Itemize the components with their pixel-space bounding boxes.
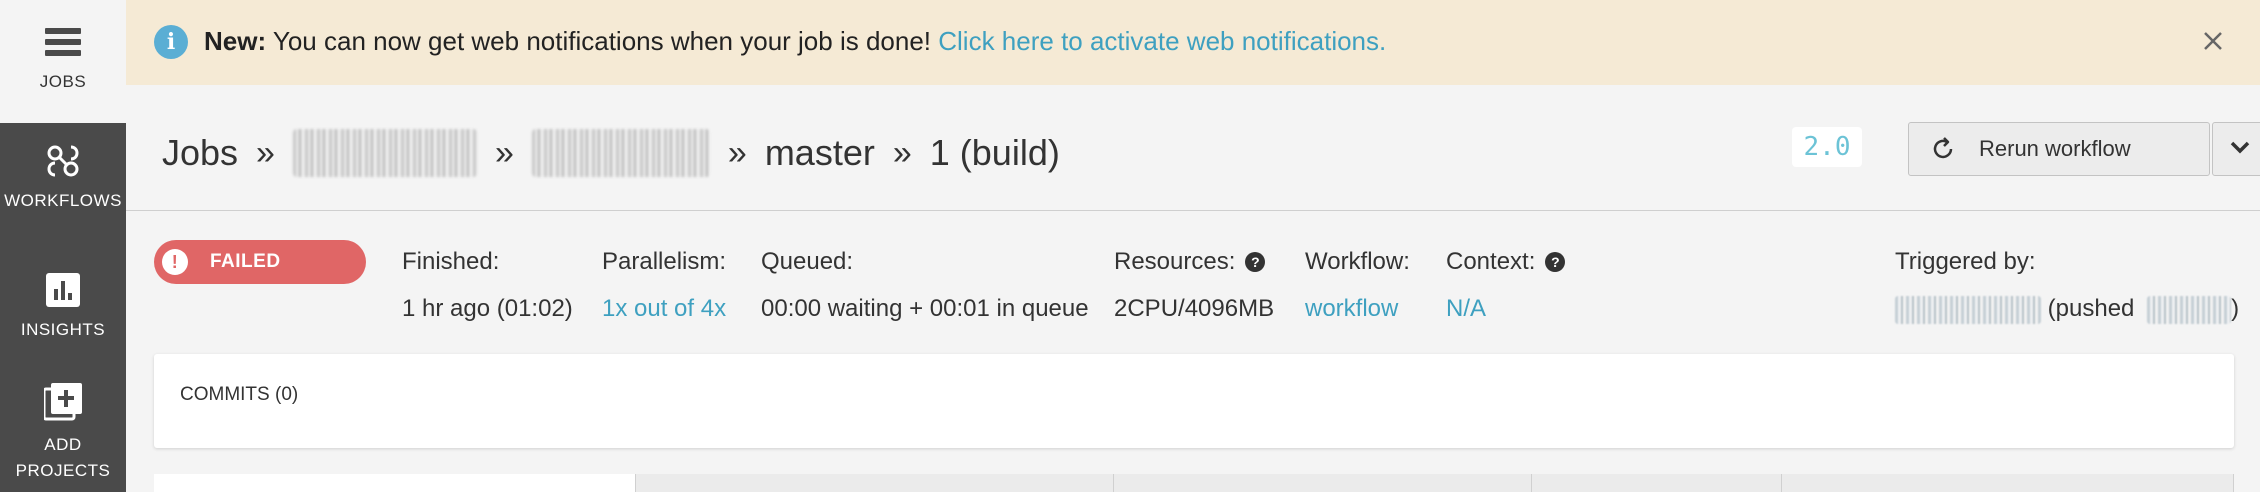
- workflow-label: Workflow:: [1305, 248, 1410, 275]
- redacted-commit[interactable]: [2147, 295, 2232, 324]
- parallelism-label: Parallelism:: [602, 248, 727, 275]
- rerun-label: Rerun workflow: [1979, 136, 2131, 161]
- meta-queued: Queued: 00:00 waiting + 00:01 in queue: [761, 248, 1089, 323]
- help-icon[interactable]: ?: [1545, 252, 1566, 272]
- finished-value: 1 hr ago (01:02): [402, 295, 573, 322]
- breadcrumb-separator: »: [892, 133, 912, 172]
- page-header: Jobs » » » master » 1 (build) 2.0 Rerun …: [126, 85, 2260, 211]
- commits-label: COMMITS (0): [180, 384, 299, 405]
- banner-text: You can now get web notifications when y…: [266, 26, 939, 56]
- redacted-user[interactable]: [1895, 295, 2041, 324]
- sidebar: JOBS WORKFLOWS INSIGHTS ADD PROJECTS: [0, 0, 126, 492]
- refresh-icon: [1929, 135, 1957, 163]
- sidebar-item-label: ADD: [44, 435, 82, 454]
- breadcrumb-separator: »: [256, 133, 275, 172]
- workflow-link[interactable]: workflow: [1305, 295, 1410, 323]
- help-icon[interactable]: ?: [1245, 252, 1266, 272]
- chevron-down-icon: [2229, 140, 2251, 159]
- redacted-org-name[interactable]: [292, 129, 477, 177]
- meta-triggered-by: Triggered by: (pushed ): [1895, 248, 2239, 324]
- meta-resources: Resources:? 2CPU/4096MB: [1114, 248, 1274, 323]
- alert-icon: !: [162, 249, 188, 275]
- triggered-label: Triggered by:: [1895, 248, 2036, 275]
- breadcrumb-branch[interactable]: master: [765, 132, 875, 174]
- rerun-dropdown-button[interactable]: [2212, 122, 2260, 176]
- tab-2[interactable]: [636, 474, 1114, 492]
- breadcrumb-jobs[interactable]: Jobs: [162, 132, 238, 174]
- queued-label: Queued:: [761, 248, 854, 275]
- sidebar-item-workflows[interactable]: WORKFLOWS: [0, 141, 126, 226]
- breadcrumb-build: 1 (build): [929, 132, 1060, 173]
- parallelism-link[interactable]: 1x out of 4x: [602, 295, 726, 323]
- meta-finished: Finished: 1 hr ago (01:02): [402, 248, 573, 323]
- notification-banner: i New: You can now get web notifications…: [126, 0, 2260, 85]
- meta-workflow: Workflow: workflow: [1305, 248, 1410, 323]
- triggered-value: (pushed ): [1895, 295, 2239, 324]
- breadcrumb: Jobs » » » master » 1 (build): [162, 129, 1060, 177]
- finished-label: Finished:: [402, 248, 500, 275]
- tab-strip: [154, 474, 2234, 492]
- status-badge: ! FAILED: [154, 240, 366, 284]
- status-label: FAILED: [210, 251, 281, 272]
- queued-value: 00:00 waiting + 00:01 in queue: [761, 295, 1089, 322]
- banner-message: New: You can now get web notifications w…: [204, 26, 1386, 57]
- close-icon[interactable]: [2196, 24, 2230, 58]
- commits-panel[interactable]: COMMITS (0): [154, 354, 2234, 448]
- context-link[interactable]: N/A: [1446, 295, 1565, 323]
- redacted-project-name[interactable]: [531, 129, 710, 177]
- sidebar-item-label: INSIGHTS: [20, 320, 106, 339]
- banner-bold: New:: [204, 26, 267, 56]
- context-label: Context:: [1446, 248, 1536, 275]
- meta-context: Context:? N/A: [1446, 248, 1566, 323]
- context-label-row: Context:?: [1446, 248, 1566, 276]
- breadcrumb-separator: »: [727, 133, 747, 172]
- info-icon: i: [154, 25, 188, 59]
- activate-notifications-link[interactable]: Click here to activate web notifications…: [938, 26, 1386, 56]
- add-icon: [43, 382, 83, 422]
- meta-parallelism: Parallelism: 1x out of 4x: [602, 248, 726, 323]
- workflow-icon: [43, 141, 83, 181]
- list-icon: [43, 22, 83, 62]
- tab-4[interactable]: [1532, 474, 1782, 492]
- triggered-pushed: (pushed: [2047, 295, 2135, 322]
- tab-1[interactable]: [154, 474, 636, 492]
- version-badge: 2.0: [1792, 127, 1862, 167]
- sidebar-item-label: PROJECTS: [15, 461, 111, 480]
- resources-label-row: Resources:?: [1114, 248, 1274, 276]
- triggered-close: ): [2231, 295, 2240, 322]
- sidebar-item-add-projects[interactable]: ADD PROJECTS: [0, 382, 126, 492]
- breadcrumb-separator: »: [494, 133, 514, 172]
- tab-3[interactable]: [1114, 474, 1532, 492]
- tab-5[interactable]: [1782, 474, 2234, 492]
- sidebar-item-label: WORKFLOWS: [4, 191, 122, 210]
- bar-chart-icon: [43, 270, 83, 310]
- resources-value: 2CPU/4096MB: [1114, 295, 1275, 322]
- sidebar-item-label: JOBS: [39, 72, 87, 91]
- rerun-workflow-button[interactable]: Rerun workflow: [1908, 122, 2210, 176]
- sidebar-item-jobs[interactable]: JOBS: [0, 0, 126, 123]
- sidebar-item-insights[interactable]: INSIGHTS: [0, 270, 126, 355]
- resources-label: Resources:: [1114, 248, 1236, 275]
